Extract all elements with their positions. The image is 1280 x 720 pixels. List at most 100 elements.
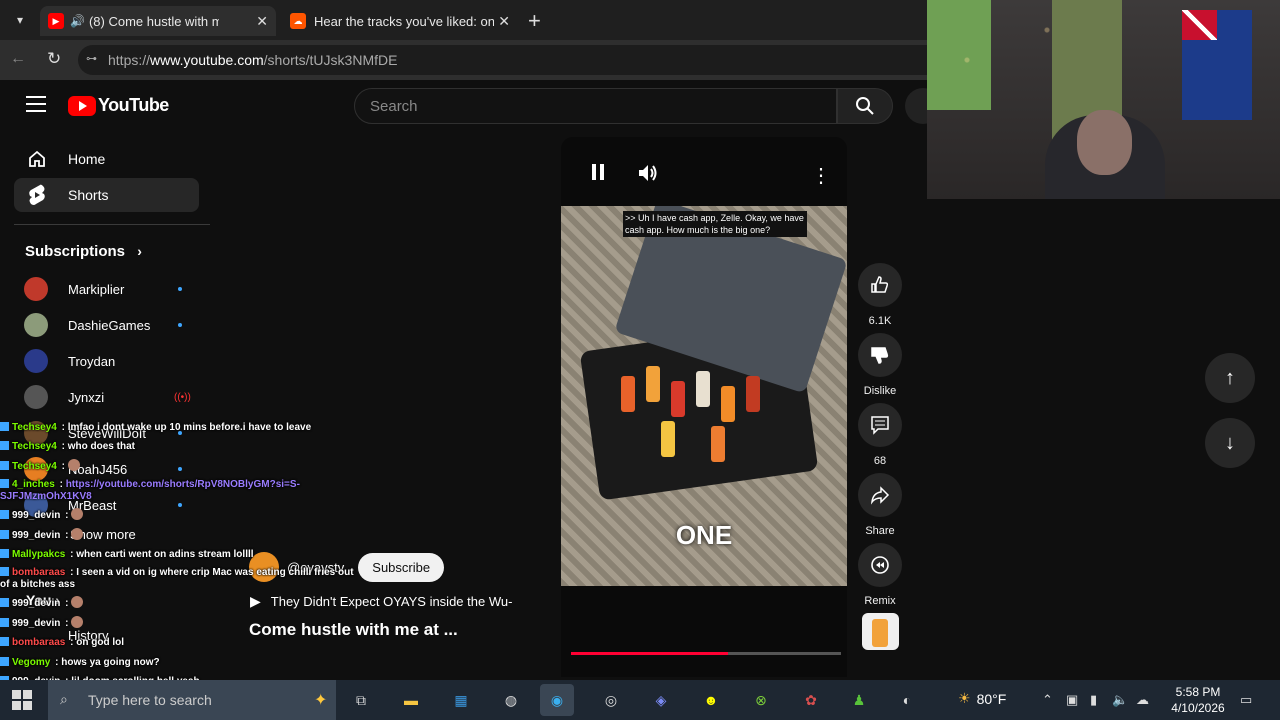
chat-username[interactable]: Techsey4 bbox=[12, 441, 57, 452]
chat-username[interactable]: Vegomy bbox=[12, 657, 50, 668]
subscribe-button[interactable]: Subscribe bbox=[358, 552, 445, 582]
weather-widget[interactable]: ☀ 80°F bbox=[958, 690, 1006, 707]
snapchat-icon[interactable]: ☻ bbox=[694, 684, 728, 716]
taskbar-clock[interactable]: 5:58 PM 4/10/2026 bbox=[1158, 684, 1238, 716]
remix-icon bbox=[871, 556, 889, 574]
chat-message: 999_devin : bbox=[0, 594, 360, 613]
chat-username[interactable]: bombaraas bbox=[12, 637, 65, 648]
browser-tab-youtube[interactable]: ▶ 🔊 (8) Come hustle with me at #l ✕ bbox=[40, 6, 276, 36]
dislike-label: Dislike bbox=[863, 385, 897, 397]
like-button[interactable]: 6.1K bbox=[858, 263, 902, 327]
youtube-favicon-icon: ▶ bbox=[48, 13, 64, 29]
sidebar-item-shorts[interactable]: Shorts bbox=[14, 178, 199, 212]
microsoft-store-icon[interactable]: ▦ bbox=[444, 684, 478, 716]
emote-image bbox=[71, 508, 84, 521]
bottle-image bbox=[671, 381, 685, 417]
volume-icon[interactable] bbox=[637, 163, 659, 188]
chat-message: Vegomy : hows ya going now? bbox=[0, 653, 360, 672]
notifications-icon[interactable]: ▭ bbox=[1240, 692, 1252, 708]
chat-username[interactable]: 999_devin bbox=[12, 618, 60, 629]
remix-button[interactable]: Remix bbox=[858, 543, 902, 607]
dislike-button[interactable]: Dislike bbox=[858, 333, 902, 397]
close-tab-icon[interactable]: ✕ bbox=[498, 13, 510, 30]
close-tab-icon[interactable]: ✕ bbox=[256, 13, 268, 30]
arrow-up-icon: ↑ bbox=[1225, 366, 1235, 389]
short-progress-bar[interactable] bbox=[571, 652, 841, 655]
url-field[interactable]: ⊶ https://www.youtube.com/shorts/tUJsk3N… bbox=[78, 45, 927, 75]
string-lights-image bbox=[927, 0, 1280, 199]
share-label: Share bbox=[865, 525, 895, 537]
subscription-item[interactable]: Troydan bbox=[24, 347, 194, 375]
remix-label: Remix bbox=[864, 595, 896, 607]
next-short-button[interactable]: ↓ bbox=[1205, 418, 1255, 468]
comments-button[interactable]: 68 bbox=[858, 403, 902, 467]
subscription-item[interactable]: Jynxzi ((•)) bbox=[24, 383, 194, 411]
game-app-icon[interactable]: ♟ bbox=[842, 684, 876, 716]
short-player[interactable]: ⋮ >> Uh I have cash app, Zelle. Okay, we… bbox=[561, 137, 847, 677]
search-input[interactable] bbox=[355, 89, 836, 123]
chat-username[interactable]: 999_devin bbox=[12, 598, 60, 609]
obs-icon[interactable]: ◎ bbox=[594, 684, 628, 716]
steam-icon[interactable]: ◍ bbox=[494, 684, 528, 716]
weather-temp: 80°F bbox=[976, 690, 1007, 707]
avatar bbox=[24, 313, 48, 337]
taskbar-search-box[interactable]: ⌕ Type here to search ✦ bbox=[48, 680, 336, 720]
sidebar-item-home[interactable]: Home bbox=[14, 142, 199, 176]
speaker-icon[interactable]: 🔈 bbox=[1112, 692, 1128, 708]
subscription-item[interactable]: Markiplier bbox=[24, 275, 194, 303]
sidebar-item-label: Shorts bbox=[68, 187, 109, 203]
task-view-icon[interactable]: ⧉ bbox=[344, 684, 378, 716]
more-options-icon[interactable]: ⋮ bbox=[811, 163, 831, 188]
hamburger-menu-icon[interactable] bbox=[26, 96, 46, 114]
url-domain: www.youtube.com bbox=[150, 52, 264, 68]
chat-username[interactable]: Techsey4 bbox=[12, 422, 57, 433]
chat-separator: : bbox=[58, 441, 68, 453]
taskbar-search-placeholder: Type here to search bbox=[88, 692, 212, 708]
discord-icon[interactable]: ◈ bbox=[644, 684, 678, 716]
chat-text: lmfao i dont wake up 10 mins before.i ha… bbox=[67, 422, 312, 433]
back-arrow-icon[interactable]: ← bbox=[10, 50, 26, 68]
tray-overflow-chevron-icon[interactable]: ⌃ bbox=[1042, 692, 1053, 708]
file-explorer-icon[interactable]: ▬ bbox=[394, 684, 428, 716]
previous-short-button[interactable]: ↑ bbox=[1205, 353, 1255, 403]
tab-title: Hear the tracks you've liked: on Sc bbox=[314, 13, 494, 29]
youtube-logo[interactable]: YouTube bbox=[68, 95, 169, 116]
subscriptions-header[interactable]: Subscriptions › bbox=[25, 243, 142, 260]
chat-badge-icon bbox=[0, 529, 9, 539]
search-highlight-icon: ✦ bbox=[314, 692, 328, 709]
tray-app-icon[interactable]: ▣ bbox=[1066, 692, 1078, 708]
browser-tab-bar: ▾ ▶ 🔊 (8) Come hustle with me at #l ✕ ☁ … bbox=[0, 0, 927, 40]
youtube-play-logo-icon bbox=[68, 95, 96, 116]
chat-username[interactable]: Techsey4 bbox=[12, 461, 57, 472]
short-video-frame[interactable]: >> Uh I have cash app, Zelle. Okay, we h… bbox=[561, 206, 847, 586]
sound-thumbnail[interactable] bbox=[862, 613, 899, 650]
search-button[interactable] bbox=[837, 88, 893, 124]
onedrive-icon[interactable]: ☁ bbox=[1136, 692, 1149, 708]
share-button[interactable]: Share bbox=[858, 473, 902, 537]
new-content-dot-icon bbox=[178, 323, 182, 327]
subscription-item[interactable]: DashieGames bbox=[24, 311, 194, 339]
edge-icon[interactable]: ◉ bbox=[540, 684, 574, 716]
reload-icon[interactable]: ↻ bbox=[47, 49, 61, 69]
pause-icon[interactable] bbox=[591, 163, 605, 186]
browser-tab-soundcloud[interactable]: ☁ Hear the tracks you've liked: on Sc ✕ bbox=[282, 6, 518, 36]
chat-username[interactable]: 4_inches bbox=[12, 479, 55, 490]
audio-playing-icon[interactable]: 🔊 bbox=[70, 14, 85, 28]
chat-username[interactable]: 999_devin bbox=[12, 530, 60, 541]
search-box[interactable] bbox=[354, 88, 837, 124]
shorts-icon bbox=[29, 184, 45, 205]
windows-start-icon[interactable] bbox=[12, 690, 32, 710]
tab-list-chevron-icon[interactable]: ▾ bbox=[8, 8, 32, 32]
battery-icon[interactable]: ▮ bbox=[1090, 692, 1097, 708]
chat-username[interactable]: bombaraas bbox=[12, 567, 65, 578]
site-info-icon[interactable]: ⊶ bbox=[86, 52, 97, 65]
recording-app-icon[interactable]: ◐ bbox=[890, 684, 924, 716]
new-tab-plus-icon[interactable]: + bbox=[528, 8, 541, 34]
clock-time: 5:58 PM bbox=[1175, 685, 1221, 699]
emote-image bbox=[67, 458, 80, 471]
bottle-image bbox=[661, 421, 675, 457]
xbox-icon[interactable]: ⊗ bbox=[744, 684, 778, 716]
chat-username[interactable]: Mallypakcs bbox=[12, 549, 65, 560]
chat-username[interactable]: 999_devin bbox=[12, 510, 60, 521]
app-icon[interactable]: ✿ bbox=[794, 684, 828, 716]
